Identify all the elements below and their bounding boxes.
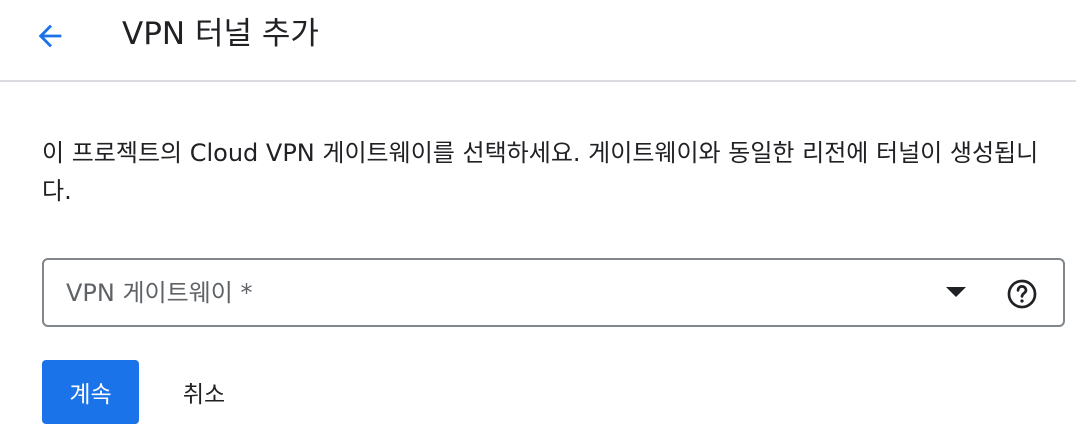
page-title: VPN 터널 추가 bbox=[122, 16, 319, 52]
arrow-drop-down-icon[interactable] bbox=[946, 287, 966, 297]
arrow-back-icon bbox=[38, 24, 62, 48]
cancel-button[interactable]: 취소 bbox=[156, 360, 252, 424]
vpn-gateway-select[interactable]: VPN 게이트웨이 * bbox=[42, 258, 1065, 327]
vpn-gateway-select-label: VPN 게이트웨이 * bbox=[66, 279, 253, 307]
help-outline-icon[interactable] bbox=[1004, 276, 1040, 312]
page-header: VPN 터널 추가 bbox=[0, 0, 1076, 82]
back-button[interactable] bbox=[26, 12, 74, 60]
continue-button[interactable]: 계속 bbox=[42, 360, 139, 424]
instruction-text: 이 프로젝트의 Cloud VPN 게이트웨이를 선택하세요. 게이트웨이와 동… bbox=[42, 139, 1039, 205]
